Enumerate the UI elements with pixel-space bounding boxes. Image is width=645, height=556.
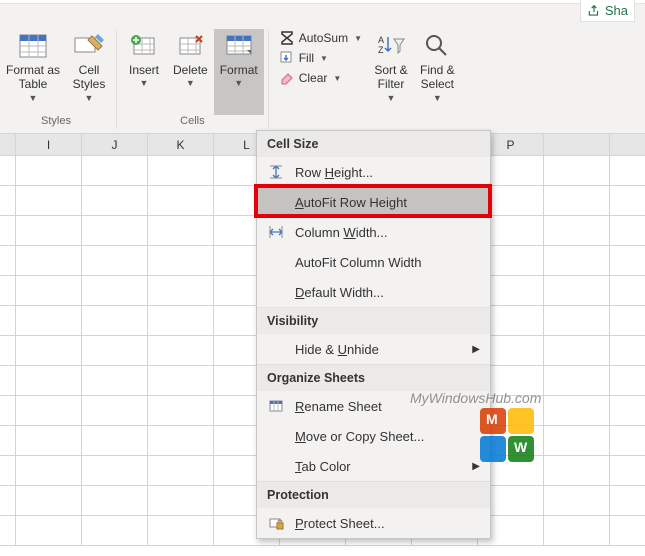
delete-button[interactable]: Delete ▼	[167, 29, 214, 115]
blank-icon	[267, 457, 285, 475]
menu-item-label: AutoFit Column Width	[295, 255, 480, 270]
menu-item-autofit-column-width[interactable]: AutoFit Column Width	[257, 247, 490, 277]
cell-styles-label: Cell Styles	[73, 63, 106, 92]
menu-item-label: AutoFit Row Height	[295, 195, 480, 210]
format-dropdown-menu: Cell Size Row Height... AutoFit Row Heig…	[256, 130, 491, 539]
menu-item-column-width[interactable]: Column Width...	[257, 217, 490, 247]
menu-item-rename-sheet[interactable]: Rename Sheet	[257, 391, 490, 421]
menu-item-protect-sheet[interactable]: Protect Sheet...	[257, 508, 490, 538]
chevron-down-icon: ▼	[29, 93, 38, 104]
sort-filter-button[interactable]: AZ Sort & Filter ▼	[368, 29, 414, 127]
autosum-button[interactable]: AutoSum ▼	[277, 29, 364, 47]
eraser-icon	[279, 70, 295, 86]
blank-icon	[267, 193, 285, 211]
column-width-icon	[267, 223, 285, 241]
menu-item-label: Move or Copy Sheet...	[295, 429, 480, 444]
menu-item-label: Rename Sheet	[295, 399, 480, 414]
fill-icon	[279, 50, 295, 66]
chevron-right-icon: ▶	[472, 344, 480, 355]
insert-button[interactable]: Insert ▼	[121, 29, 167, 115]
insert-label: Insert	[129, 63, 159, 77]
format-as-table-label: Format as Table	[6, 63, 60, 92]
column-header[interactable]: J	[82, 134, 148, 155]
blank-icon	[267, 253, 285, 271]
chevron-down-icon: ▼	[320, 54, 328, 63]
column-header[interactable]: I	[16, 134, 82, 155]
menu-item-default-width[interactable]: Default Width...	[257, 277, 490, 307]
sort-filter-icon: AZ	[375, 31, 407, 61]
svg-text:Z: Z	[378, 45, 384, 55]
sigma-icon	[279, 30, 295, 46]
rename-icon	[267, 397, 285, 415]
menu-item-label: Hide & Unhide	[295, 342, 462, 357]
find-select-button[interactable]: Find & Select ▼	[414, 29, 461, 127]
svg-text:A: A	[378, 35, 384, 45]
chevron-down-icon: ▼	[333, 74, 341, 83]
blank-icon	[267, 427, 285, 445]
fill-label: Fill	[299, 51, 314, 65]
cell-styles-icon	[73, 31, 105, 61]
menu-section-visibility: Visibility	[257, 307, 490, 334]
clear-label: Clear	[299, 71, 328, 85]
menu-item-label: Column Width...	[295, 225, 480, 240]
column-header[interactable]	[544, 134, 610, 155]
share-label: Sha	[605, 3, 628, 18]
menu-item-label: Protect Sheet...	[295, 516, 480, 531]
blank-icon	[267, 283, 285, 301]
column-header[interactable]	[0, 134, 16, 155]
menu-section-organize: Organize Sheets	[257, 364, 490, 391]
cell-styles-button[interactable]: Cell Styles ▼	[66, 29, 112, 115]
delete-label: Delete	[173, 63, 208, 77]
clear-button[interactable]: Clear ▼	[277, 69, 364, 87]
menu-item-label: Row Height...	[295, 165, 480, 180]
format-icon	[223, 31, 255, 61]
column-header[interactable]: K	[148, 134, 214, 155]
fill-button[interactable]: Fill ▼	[277, 49, 364, 67]
delete-icon	[174, 31, 206, 61]
menu-section-cell-size: Cell Size	[257, 131, 490, 157]
insert-icon	[128, 31, 160, 61]
group-label-styles: Styles	[0, 115, 112, 129]
blank-icon	[267, 340, 285, 358]
chevron-down-icon: ▼	[140, 78, 149, 89]
chevron-down-icon: ▼	[85, 93, 94, 104]
row-height-icon	[267, 163, 285, 181]
format-label: Format	[220, 63, 258, 77]
group-label-editing	[273, 127, 461, 129]
find-select-label: Find & Select	[420, 63, 455, 92]
menu-item-autofit-row-height[interactable]: AutoFit Row Height	[257, 187, 490, 217]
chevron-down-icon: ▼	[387, 93, 396, 104]
group-label-cells: Cells	[121, 115, 264, 129]
menu-item-label: Default Width...	[295, 285, 480, 300]
format-as-table-button[interactable]: Format as Table ▼	[0, 29, 66, 115]
menu-item-tab-color[interactable]: Tab Color ▶	[257, 451, 490, 481]
share-icon	[587, 4, 601, 18]
menu-item-hide-unhide[interactable]: Hide & Unhide ▶	[257, 334, 490, 364]
menu-item-label: Tab Color	[295, 459, 462, 474]
menu-item-move-copy-sheet[interactable]: Move or Copy Sheet...	[257, 421, 490, 451]
chevron-down-icon: ▼	[186, 78, 195, 89]
format-button[interactable]: Format ▼	[214, 29, 264, 115]
lock-icon	[267, 514, 285, 532]
format-as-table-icon	[17, 31, 49, 61]
menu-item-row-height[interactable]: Row Height...	[257, 157, 490, 187]
share-button[interactable]: Sha	[580, 0, 635, 22]
chevron-down-icon: ▼	[433, 93, 442, 104]
find-select-icon	[421, 31, 453, 61]
chevron-down-icon: ▼	[234, 78, 243, 89]
menu-section-protection: Protection	[257, 481, 490, 508]
autosum-label: AutoSum	[299, 31, 348, 45]
ribbon: Format as Table ▼ Cell Styles ▼ Styles I…	[0, 4, 645, 134]
chevron-right-icon: ▶	[472, 461, 480, 472]
chevron-down-icon: ▼	[354, 34, 362, 43]
sort-filter-label: Sort & Filter	[374, 63, 407, 92]
